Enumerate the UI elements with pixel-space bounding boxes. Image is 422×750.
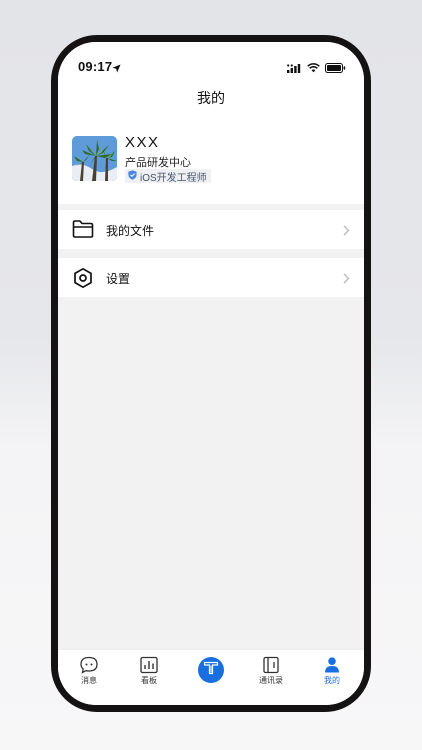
- battery-icon: [325, 60, 346, 78]
- menu-item-settings[interactable]: 设置: [58, 258, 364, 297]
- tab-dashboard[interactable]: 看板: [124, 650, 174, 705]
- location-arrow-icon: [112, 60, 121, 78]
- cellular-signal-icon: [287, 60, 302, 78]
- app-logo-icon: [203, 661, 219, 680]
- page-title: 我的: [197, 90, 225, 106]
- tab-label: 看板: [141, 676, 157, 685]
- folder-icon: [72, 219, 94, 244]
- avatar[interactable]: [72, 136, 117, 181]
- menu-item-label: 我的文件: [106, 224, 155, 238]
- app-screen: 09:17 我的 XXX 产品研发中心 iOS开发工程师 我的文件 设置 消息 …: [58, 42, 364, 705]
- tab-me[interactable]: 我的: [307, 650, 357, 705]
- status-time: 09:17: [78, 59, 113, 74]
- tab-bar: 消息 看板 通讯录 我的: [58, 649, 364, 705]
- profile-card[interactable]: XXX 产品研发中心 iOS开发工程师: [58, 126, 364, 204]
- tab-label: 消息: [81, 676, 97, 685]
- tab-messages[interactable]: 消息: [64, 650, 114, 705]
- settings-hexagon-icon: [72, 267, 94, 294]
- menu-item-my-files[interactable]: 我的文件: [58, 210, 364, 249]
- tab-contacts[interactable]: 通讯录: [246, 650, 296, 705]
- app-logo-button[interactable]: [198, 657, 224, 683]
- tab-label: 我的: [324, 676, 340, 685]
- status-icons: [287, 60, 346, 78]
- role-badge: iOS开发工程师: [125, 167, 211, 185]
- profile-name: XXX: [125, 134, 160, 151]
- verified-shield-icon: [128, 167, 137, 185]
- menu-item-label: 设置: [106, 272, 131, 286]
- status-bar: 09:17: [58, 42, 364, 86]
- tab-label: 通讯录: [259, 676, 283, 685]
- chevron-right-icon: [343, 271, 350, 289]
- role-label: iOS开发工程师: [140, 172, 207, 184]
- chevron-right-icon: [343, 223, 350, 241]
- wifi-icon: [307, 60, 320, 78]
